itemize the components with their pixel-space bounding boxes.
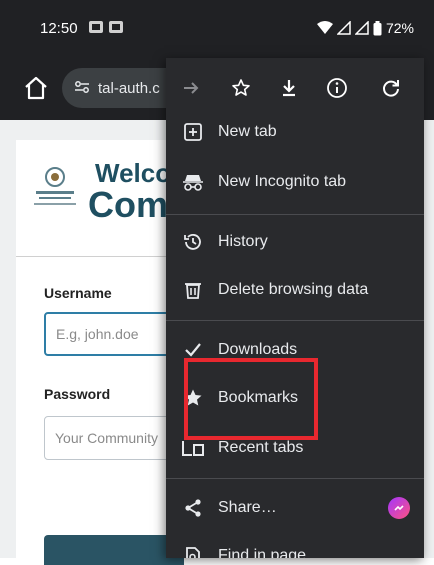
wifi-icon — [316, 21, 333, 34]
government-logo — [34, 167, 76, 205]
status-indicators: 72% — [316, 20, 414, 36]
divider — [16, 256, 186, 257]
menu-item-new-tab[interactable]: New tab — [166, 108, 424, 156]
menu-item-label: Delete browsing data — [218, 281, 369, 298]
menu-item-label: Recent tabs — [218, 439, 304, 456]
find-icon — [180, 543, 206, 558]
new-tab-icon — [180, 119, 206, 145]
sign-in-button[interactable] — [44, 535, 184, 565]
incognito-icon — [180, 169, 206, 195]
info-icon[interactable] — [322, 73, 352, 103]
notification-app-icon — [89, 21, 123, 33]
status-time: 12:50 — [40, 20, 78, 37]
delete-icon — [180, 277, 206, 303]
page-heading-line2: Com — [88, 184, 168, 225]
url-text: tal-auth.c — [98, 79, 160, 97]
menu-item-label: History — [218, 233, 268, 250]
menu-divider — [166, 478, 424, 479]
site-settings-icon[interactable] — [74, 80, 90, 96]
highlight-box — [184, 358, 318, 440]
battery-icon — [373, 20, 382, 35]
menu-item-label: Find in page — [218, 547, 307, 558]
password-field[interactable]: Your Community — [44, 416, 184, 460]
menu-item-new-incognito-tab[interactable]: New Incognito tab — [166, 158, 424, 206]
signal-icon-2 — [354, 21, 369, 35]
signal-icon — [336, 21, 351, 35]
menu-divider — [166, 214, 424, 215]
menu-item-label: New tab — [218, 123, 277, 140]
download-icon[interactable] — [274, 73, 304, 103]
username-placeholder: E.g, john.doe — [56, 326, 139, 342]
menu-item-label: Downloads — [218, 341, 298, 358]
messenger-icon[interactable] — [388, 497, 410, 519]
notification-icons — [88, 19, 128, 38]
history-icon — [180, 229, 206, 255]
menu-item-label: Share… — [218, 499, 277, 516]
menu-item-share[interactable]: Share… — [166, 484, 424, 532]
password-label: Password — [44, 386, 111, 402]
menu-item-label: New Incognito tab — [218, 173, 347, 190]
status-bar: 12:50 72% — [0, 0, 434, 58]
refresh-icon[interactable] — [376, 73, 406, 103]
share-icon — [180, 495, 206, 521]
battery-percent: 72% — [385, 20, 414, 36]
star-icon[interactable] — [226, 73, 256, 103]
username-label: Username — [44, 285, 112, 301]
menu-divider — [166, 320, 424, 321]
menu-item-find-in-page[interactable]: Find in page — [166, 532, 424, 558]
forward-icon[interactable] — [176, 73, 206, 103]
menu-item-history[interactable]: History — [166, 218, 424, 266]
home-icon[interactable] — [22, 74, 50, 102]
browser-menu: New tab New Incognito tab History Delete… — [166, 58, 424, 558]
menu-item-delete-browsing-data[interactable]: Delete browsing data — [166, 266, 424, 314]
password-placeholder: Your Community — [55, 430, 158, 446]
username-field[interactable]: E.g, john.doe — [44, 312, 184, 356]
